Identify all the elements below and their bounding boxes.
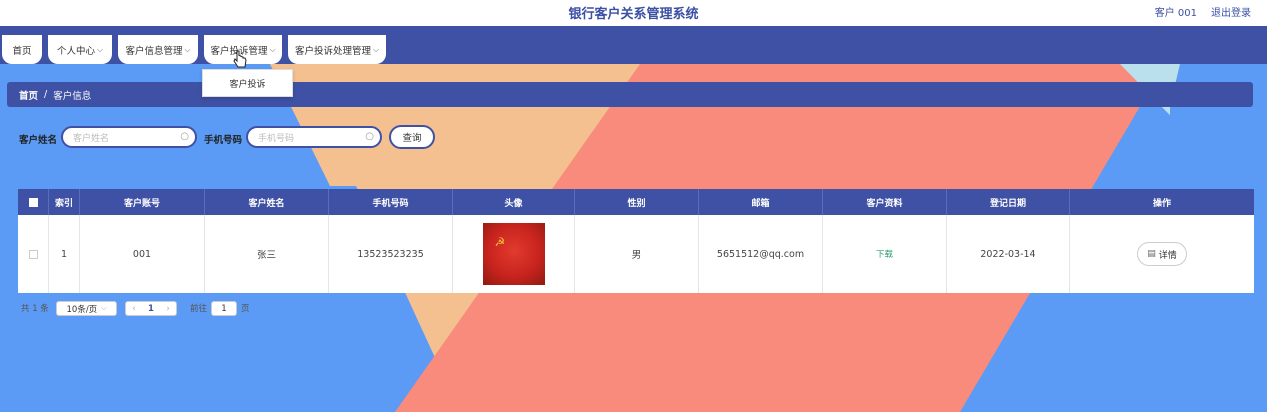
chevron-down-icon: ⌵ — [101, 304, 107, 312]
logout-link[interactable]: 退出登录 — [1211, 4, 1251, 19]
current-user[interactable]: 客户 001 — [1155, 4, 1197, 19]
current-page[interactable]: 1 — [148, 304, 154, 314]
customer-name-placeholder: 客户姓名 — [73, 133, 110, 144]
pagination-total: 共 1 条 — [21, 304, 49, 314]
header-file: 客户资料 — [823, 189, 947, 215]
cell-index: 1 — [49, 215, 80, 293]
app-title: 银行客户关系管理系统 — [568, 7, 699, 22]
cell-gender: 男 — [575, 215, 699, 293]
nav-item-label: 个人中心 — [56, 45, 95, 57]
cell-avatar: ☭ — [453, 215, 575, 293]
page-size-value: 10条/页 — [66, 304, 98, 315]
nav-item-personal-center[interactable]: 个人中心 ⌵ — [48, 35, 112, 64]
header-index: 索引 — [49, 189, 80, 215]
main-nav: 首页 个人中心 ⌵ 客户信息管理 ⌵ 客户投诉管理 ⌵ 客户投诉处理管理 ⌵ — [0, 26, 1267, 64]
avatar-image[interactable]: ☭ — [482, 223, 545, 285]
pager: ‹ 1 › — [125, 301, 177, 316]
dropdown-item-label: 客户投诉 — [229, 79, 266, 90]
table-header: 索引 客户账号 客户姓名 手机号码 头像 性别 邮箱 客户资料 登记日期 操作 — [18, 189, 1254, 215]
document-icon: ▤ — [1147, 249, 1156, 259]
header-name: 客户姓名 — [205, 189, 329, 215]
detail-button[interactable]: ▤ 详情 — [1137, 242, 1187, 266]
dropdown-item-complaint[interactable]: 客户投诉 — [202, 69, 293, 97]
header-phone: 手机号码 — [329, 189, 453, 215]
nav-item-label: 客户投诉处理管理 — [294, 45, 371, 57]
breadcrumb: 首页 / 客户信息 — [7, 82, 1253, 107]
customer-name-label: 客户姓名 — [19, 135, 58, 146]
phone-label: 手机号码 — [204, 135, 243, 146]
select-all-checkbox[interactable] — [28, 197, 38, 207]
search-icon: ○ — [180, 131, 189, 142]
chevron-down-icon: ⌵ — [372, 44, 380, 54]
header-date: 登记日期 — [947, 189, 1070, 215]
nav-item-label: 首页 — [12, 45, 32, 57]
chevron-down-icon: ⌵ — [96, 44, 104, 54]
cell-name: 张三 — [205, 215, 329, 293]
breadcrumb-home[interactable]: 首页 — [19, 88, 38, 102]
cell-email: 5651512@qq.com — [699, 215, 823, 293]
top-header: 银行客户关系管理系统 客户 001 退出登录 — [0, 0, 1267, 26]
row-select-cell — [18, 215, 49, 293]
phone-input[interactable]: 手机号码 ○ — [246, 126, 382, 148]
header-avatar: 头像 — [453, 189, 575, 215]
cell-phone: 13523523235 — [329, 215, 453, 293]
goto-label: 前往 — [190, 304, 208, 314]
header-account: 客户账号 — [80, 189, 205, 215]
chevron-down-icon: ⌵ — [184, 44, 191, 54]
page-size-select[interactable]: 10条/页 ⌵ — [56, 301, 117, 316]
breadcrumb-separator: / — [44, 89, 48, 100]
emblem-icon: ☭ — [494, 235, 506, 249]
chevron-left-icon[interactable]: ‹ — [132, 304, 135, 314]
search-button[interactable]: 查询 — [389, 125, 435, 149]
header-gender: 性别 — [575, 189, 699, 215]
chevron-right-icon[interactable]: › — [166, 304, 169, 314]
cell-account: 001 — [80, 215, 205, 293]
cell-file: 下载 — [823, 215, 947, 293]
nav-item-label: 客户信息管理 — [125, 45, 183, 57]
select-all-cell — [18, 189, 49, 215]
nav-item-customer-info[interactable]: 客户信息管理 ⌵ — [118, 35, 198, 64]
download-link[interactable]: 下载 — [876, 248, 893, 260]
cell-date: 2022-03-14 — [947, 215, 1070, 293]
customer-name-input[interactable]: 客户姓名 ○ — [61, 126, 197, 148]
header-email: 邮箱 — [699, 189, 823, 215]
page-suffix: 页 — [241, 304, 250, 314]
customer-table: 索引 客户账号 客户姓名 手机号码 头像 性别 邮箱 客户资料 登记日期 操作 … — [18, 189, 1254, 293]
breadcrumb-current: 客户信息 — [53, 90, 92, 102]
detail-button-label: 详情 — [1158, 250, 1177, 261]
chevron-down-icon: ⌵ — [269, 44, 276, 54]
cursor-icon — [233, 50, 247, 68]
phone-placeholder: 手机号码 — [258, 133, 295, 144]
cell-action: ▤ 详情 — [1070, 215, 1254, 293]
nav-item-complaint-handling[interactable]: 客户投诉处理管理 ⌵ — [288, 35, 386, 64]
goto-input[interactable]: 1 — [211, 301, 237, 316]
row-checkbox[interactable] — [28, 249, 38, 259]
header-action: 操作 — [1152, 198, 1171, 209]
nav-item-home[interactable]: 首页 — [2, 35, 42, 64]
search-icon: ○ — [365, 131, 374, 142]
